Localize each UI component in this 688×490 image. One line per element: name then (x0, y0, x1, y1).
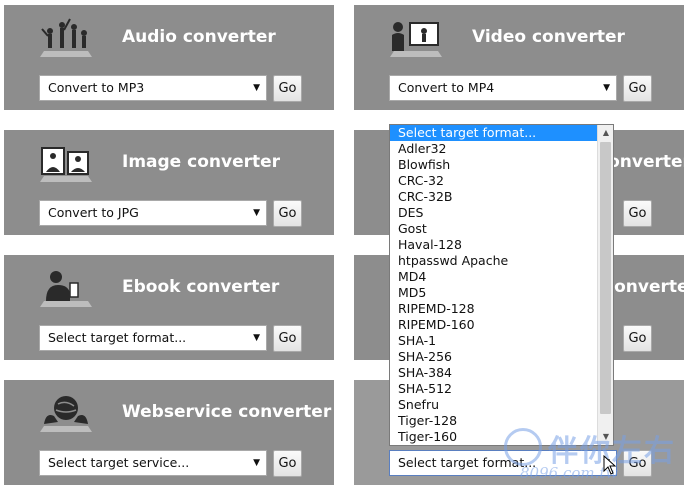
scroll-up-icon[interactable]: ▲ (598, 125, 613, 141)
dropdown-option[interactable]: RIPEMD-160 (390, 317, 613, 333)
ebook-converter-card: Ebook converter Select target format... … (4, 255, 334, 360)
go-button[interactable]: Go (273, 75, 302, 102)
go-button[interactable]: Go (623, 325, 652, 352)
select-value: Select target format... (398, 455, 537, 470)
go-button[interactable]: Go (273, 450, 302, 477)
dropdown-option[interactable]: RIPEMD-128 (390, 301, 613, 317)
select-value: Convert to MP3 (48, 80, 145, 95)
audio-format-select[interactable]: Convert to MP3 ▼ (39, 75, 267, 101)
dropdown-option[interactable]: MD4 (390, 269, 613, 285)
dropdown-option[interactable]: SHA-512 (390, 381, 613, 397)
chevron-down-icon: ▼ (253, 333, 260, 343)
dropdown-option[interactable]: Gost (390, 221, 613, 237)
dropdown-option[interactable]: Tiger-128 (390, 413, 613, 429)
select-value: Convert to MP4 (398, 80, 495, 95)
webservice-target-select[interactable]: Select target service... ▼ (39, 450, 267, 476)
dropdown-scrollbar[interactable]: ▲ ▼ (597, 125, 613, 445)
go-button[interactable]: Go (273, 200, 302, 227)
select-value: Select target format... (48, 330, 187, 345)
dropdown-option[interactable]: Tiger-160 (390, 429, 613, 445)
video-format-select[interactable]: Convert to MP4 ▼ (389, 75, 617, 101)
scroll-down-icon[interactable]: ▼ (598, 429, 613, 445)
card-title: Audio converter (122, 27, 276, 47)
dropdown-option[interactable]: DES (390, 205, 613, 221)
card-title: Video converter (472, 27, 625, 47)
dropdown-option[interactable]: Snefru (390, 397, 613, 413)
webservice-converter-card: Webservice converter Select target servi… (4, 380, 334, 485)
chevron-down-icon: ▼ (603, 83, 610, 93)
image-frames-icon (40, 147, 92, 182)
card-title: Ebook converter (122, 277, 280, 297)
go-button[interactable]: Go (623, 200, 652, 227)
hash-format-select[interactable]: Select target format... ▼ (389, 450, 617, 476)
chevron-down-icon: ▼ (253, 458, 260, 468)
dropdown-option[interactable]: SHA-1 (390, 333, 613, 349)
globe-hands-icon (40, 396, 92, 432)
go-button[interactable]: Go (623, 450, 652, 477)
select-value: Convert to JPG (48, 205, 139, 220)
select-value: Select target service... (48, 455, 190, 470)
dancers-icon (40, 18, 92, 57)
dropdown-option[interactable]: CRC-32 (390, 173, 613, 189)
image-format-select[interactable]: Convert to JPG ▼ (39, 200, 267, 226)
video-viewer-icon (390, 22, 442, 57)
audio-converter-card: Audio converter Convert to MP3 ▼ Go (4, 5, 334, 110)
image-converter-card: Image converter Convert to JPG ▼ Go (4, 130, 334, 235)
mouse-cursor-icon (603, 455, 617, 475)
card-title: converter (604, 277, 688, 297)
card-title: Image converter (122, 152, 281, 172)
dropdown-option[interactable]: htpasswd Apache (390, 253, 613, 269)
dropdown-option[interactable]: SHA-384 (390, 365, 613, 381)
card-title: Webservice converter (122, 402, 332, 422)
dropdown-option[interactable]: SHA-256 (390, 349, 613, 365)
video-converter-card: Video converter Convert to MP4 ▼ Go (354, 5, 684, 110)
chevron-down-icon: ▼ (253, 83, 260, 93)
scrollbar-thumb[interactable] (600, 142, 611, 414)
format-dropdown-list[interactable]: Select target format... Adler32 Blowfish CR… (389, 124, 614, 446)
dropdown-option[interactable]: CRC-32B (390, 189, 613, 205)
dropdown-option[interactable]: Blowfish (390, 157, 613, 173)
dropdown-option[interactable]: Haval-128 (390, 237, 613, 253)
ebook-format-select[interactable]: Select target format... ▼ (39, 325, 267, 351)
dropdown-option[interactable]: Adler32 (390, 141, 613, 157)
chevron-down-icon: ▼ (253, 208, 260, 218)
dropdown-option[interactable]: Select target format... (390, 125, 613, 141)
dropdown-option[interactable]: MD5 (390, 285, 613, 301)
reader-icon (40, 271, 92, 307)
go-button[interactable]: Go (623, 75, 652, 102)
go-button[interactable]: Go (273, 325, 302, 352)
